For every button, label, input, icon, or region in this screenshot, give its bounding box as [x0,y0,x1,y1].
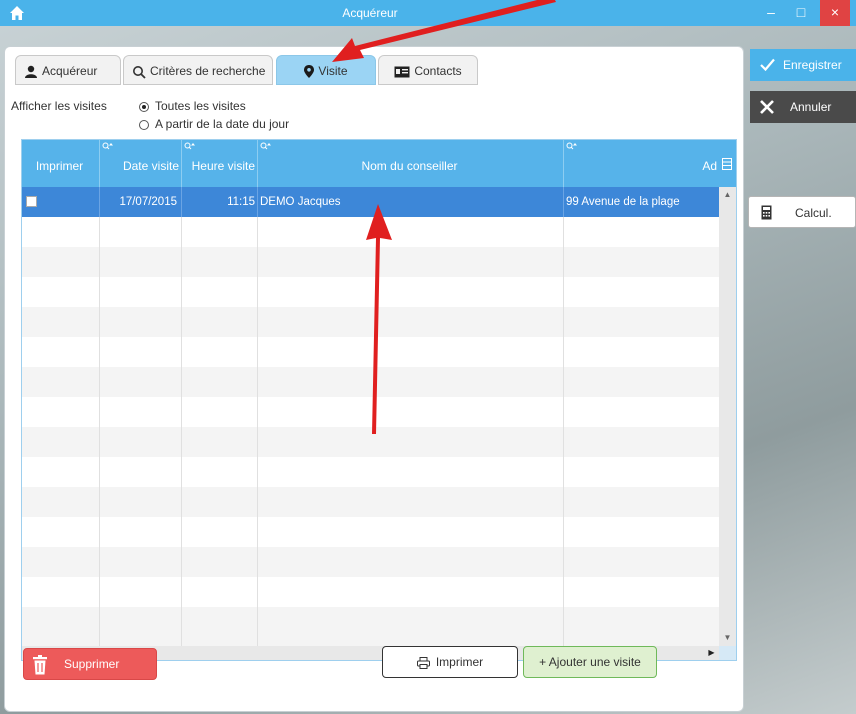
cancel-label: Annuler [790,100,832,114]
empty-row [22,547,719,577]
maximize-button[interactable]: □ [786,0,816,26]
calculator-label: Calcul. [795,206,832,220]
cell-conseiller: DEMO Jacques [258,187,564,217]
empty-row [22,427,719,457]
empty-row [22,337,719,367]
visits-table: Imprimer Date visite Heure visite Nom du… [21,139,737,661]
empty-row [22,517,719,547]
tab-criteres[interactable]: Critères de recherche [123,55,273,85]
cell-adresse: 99 Avenue de la plage [566,196,680,208]
sort-search-icon[interactable] [184,142,196,152]
radio-dot [139,101,149,112]
table-header: Imprimer Date visite Heure visite Nom du… [22,140,736,187]
column-label: Imprimer [35,159,84,173]
main-panel: Acquéreur Critères de recherche Visite C… [4,46,744,712]
radio-label: A partir de la date du jour [155,117,290,131]
empty-row [22,277,719,307]
column-header-imprimer[interactable]: Imprimer [22,140,100,187]
tab-label: Visite [318,64,348,78]
contact-card-icon [394,66,410,78]
tab-label: Contacts [414,64,462,78]
column-picker-icon[interactable] [722,158,732,170]
column-header-heure[interactable]: Heure visite [182,140,258,187]
cell-date: 17/07/2015 [100,187,182,217]
print-label: Imprimer [435,655,484,669]
column-label: Heure visite [191,159,255,173]
delete-label: Supprimer [64,657,120,671]
sort-search-icon[interactable] [566,142,578,152]
checkmark-icon [760,58,775,71]
print-checkbox[interactable] [26,196,37,207]
radio-dot [139,119,149,130]
scroll-down-icon[interactable]: ▼ [720,631,735,645]
calculator-icon [761,205,772,220]
empty-row [22,367,719,397]
print-button[interactable]: Imprimer [382,646,518,678]
table-row[interactable]: 17/07/2015 11:15 DEMO Jacques 99 Avenue … [22,187,719,217]
empty-row [22,397,719,427]
add-visit-button[interactable]: + Ajouter une visite [523,646,657,678]
save-label: Enregistrer [783,58,842,72]
sort-search-icon[interactable] [102,142,114,152]
column-label: Nom du conseiller [361,159,458,173]
tab-acquereur[interactable]: Acquéreur [15,55,121,85]
map-pin-icon [304,65,315,79]
close-button[interactable]: × [820,0,850,26]
scroll-up-icon[interactable]: ▲ [720,188,735,202]
x-icon [760,100,774,114]
scroll-right-icon[interactable]: ▶ [704,646,719,660]
radio-label: Toutes les visites [155,99,246,113]
sort-search-icon[interactable] [260,142,272,152]
empty-row [22,607,719,646]
column-label: Ad [702,159,717,173]
empty-row [22,217,719,247]
tab-label: Critères de recherche [150,64,266,78]
printer-icon [416,656,430,669]
save-button[interactable]: Enregistrer [750,49,856,81]
cancel-button[interactable]: Annuler [750,91,856,123]
tab-visite[interactable]: Visite [276,55,376,85]
empty-row [22,307,719,337]
vertical-scrollbar[interactable]: ▲ ▼ [719,187,736,646]
cell-heure: 11:15 [182,187,258,217]
scroll-corner [719,646,736,660]
title-bar: Acquéreur – □ × [0,0,856,26]
minimize-button[interactable]: – [756,0,786,26]
column-label: Date visite [122,159,179,173]
trash-icon [33,655,47,675]
cell-imprimer[interactable] [22,187,100,217]
search-icon [133,65,146,79]
radio-toutes-visites[interactable]: Toutes les visites [139,99,246,113]
calculator-button[interactable]: Calcul. [748,196,856,228]
empty-row [22,577,719,607]
user-icon [25,66,37,79]
window-title: Acquéreur [342,6,398,20]
empty-row [22,487,719,517]
column-header-conseiller[interactable]: Nom du conseiller [258,140,564,187]
radio-a-partir-date[interactable]: A partir de la date du jour [139,117,289,131]
tab-contacts[interactable]: Contacts [378,55,478,85]
empty-row [22,247,719,277]
column-header-adresse[interactable]: Ad [564,140,719,187]
filter-label: Afficher les visites [11,99,107,113]
delete-button[interactable]: Supprimer [23,648,157,680]
column-header-date[interactable]: Date visite [100,140,182,187]
tab-label: Acquéreur [42,64,98,78]
empty-row [22,457,719,487]
